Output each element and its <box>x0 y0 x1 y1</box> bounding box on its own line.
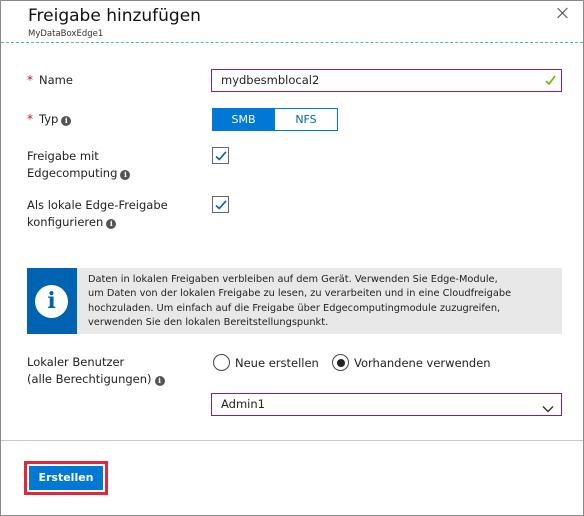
radio-button[interactable] <box>213 354 230 371</box>
type-smb-button[interactable]: SMB <box>212 108 275 131</box>
close-icon[interactable] <box>557 7 569 19</box>
checkbox-check-icon <box>215 151 227 161</box>
page-subtitle: MyDataBoxEdge1 <box>28 29 104 39</box>
required-mark: * <box>27 112 33 126</box>
info-icon[interactable]: i <box>61 116 72 126</box>
footer-divider <box>1 440 583 441</box>
info-icon[interactable]: i <box>154 376 165 386</box>
local-user-label: Lokaler Benutzer (alle Berechtigungen) i <box>27 354 165 388</box>
name-input-value: mydbesmblocal2 <box>221 73 320 87</box>
page-title: Freigabe hinzufügen <box>28 6 201 26</box>
checkbox-check-icon <box>215 200 227 210</box>
type-segmented-control: SMB NFS <box>212 108 338 131</box>
chevron-down-icon <box>542 399 554 420</box>
info-icon[interactable]: i <box>120 170 131 180</box>
required-mark: * <box>27 73 33 87</box>
info-message-text: Daten in lokalen Freigaben verbleiben au… <box>88 274 512 329</box>
radio-new-user[interactable]: Neue erstellen <box>213 354 319 371</box>
add-share-blade: Freigabe hinzufügen MyDataBoxEdge1 * Name… <box>0 0 584 516</box>
info-message-box: i Daten in lokalen Freigaben verbleiben … <box>27 268 562 334</box>
type-label: * Typ i <box>27 111 72 128</box>
radio-button-selected[interactable] <box>332 354 349 371</box>
blade-header: Freigabe hinzufügen MyDataBoxEdge1 <box>1 1 583 43</box>
type-nfs-button[interactable]: NFS <box>275 108 338 131</box>
info-icon[interactable]: i <box>106 219 117 229</box>
name-label: * Name <box>27 73 73 87</box>
radio-existing-user[interactable]: Vorhandene verwenden <box>332 354 491 371</box>
local-share-label: Als lokale Edge-Freigabe konfigurieren i <box>27 198 168 229</box>
name-input[interactable]: mydbesmblocal2 <box>211 69 562 92</box>
local-share-checkbox[interactable] <box>212 196 229 213</box>
create-button[interactable]: Erstellen <box>29 466 103 490</box>
user-dropdown-value: Admin1 <box>221 397 265 411</box>
user-dropdown[interactable]: Admin1 <box>211 393 562 416</box>
info-banner-icon: i <box>27 268 77 334</box>
edge-compute-checkbox[interactable] <box>212 147 229 164</box>
valid-check-icon <box>545 73 556 87</box>
edge-compute-label: Freigabe mit Edgecomputing i <box>27 148 131 182</box>
